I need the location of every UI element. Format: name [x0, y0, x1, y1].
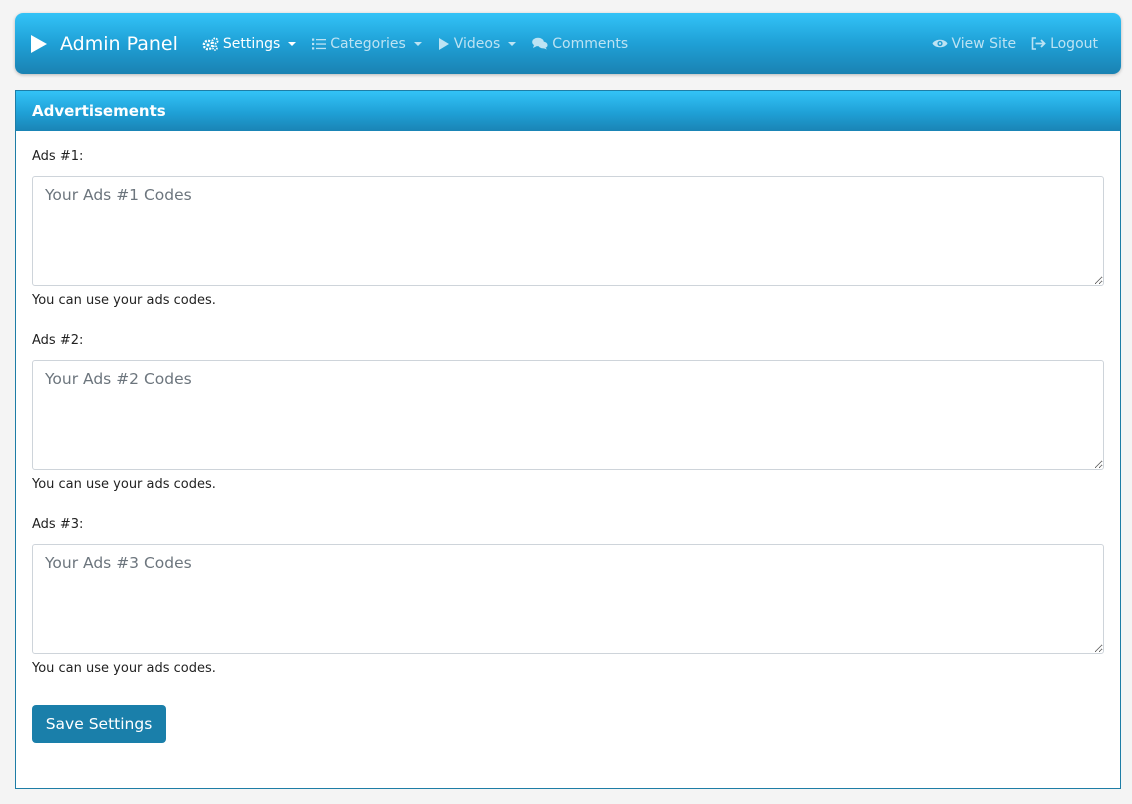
ads-1-group: Ads #1: You can use your ads codes.	[32, 149, 1104, 309]
logout-icon	[1031, 37, 1046, 50]
ads-1-help: You can use your ads codes.	[32, 293, 216, 308]
brand-title: Admin Panel	[60, 32, 178, 55]
top-navbar: Admin Panel Settings Categories Videos C…	[15, 13, 1121, 74]
right-nav: View Site Logout	[932, 36, 1114, 52]
nav-label-categories: Categories	[330, 35, 406, 52]
save-settings-button[interactable]: Save Settings	[32, 705, 166, 743]
panel-body: Ads #1: You can use your ads codes. Ads …	[16, 131, 1120, 743]
panel-title: Advertisements	[16, 91, 1120, 131]
ads-3-label: Ads #3:	[32, 517, 84, 532]
gears-icon	[202, 37, 219, 51]
nav-label-comments: Comments	[552, 35, 629, 52]
ads-1-label: Ads #1:	[32, 149, 84, 164]
nav-item-logout[interactable]: Logout	[1031, 36, 1098, 52]
nav-item-videos[interactable]: Videos	[438, 36, 517, 52]
chevron-down-icon	[288, 41, 297, 46]
ads-2-group: Ads #2: You can use your ads codes.	[32, 333, 1104, 493]
nav-label-logout: Logout	[1050, 35, 1098, 52]
brand[interactable]: Admin Panel	[30, 33, 178, 55]
eye-icon	[932, 39, 947, 48]
play-icon	[438, 37, 449, 50]
nav-label-settings: Settings	[222, 35, 281, 52]
chevron-down-icon	[508, 41, 517, 46]
ads-1-textarea[interactable]	[32, 176, 1104, 286]
list-icon	[312, 38, 327, 49]
play-icon	[31, 34, 47, 53]
ads-3-help: You can use your ads codes.	[32, 661, 216, 676]
chevron-down-icon	[413, 41, 422, 46]
nav-label-videos: Videos	[453, 35, 501, 52]
ads-2-help: You can use your ads codes.	[32, 477, 216, 492]
main-nav: Settings Categories Videos Comments	[202, 36, 644, 52]
ads-2-textarea[interactable]	[32, 360, 1104, 470]
nav-item-categories[interactable]: Categories	[312, 35, 422, 52]
nav-label-view-site: View Site	[951, 35, 1017, 52]
nav-item-view-site[interactable]: View Site	[932, 35, 1017, 52]
comments-icon	[532, 37, 548, 50]
nav-item-comments[interactable]: Comments	[532, 36, 628, 52]
ads-3-textarea[interactable]	[32, 544, 1104, 654]
nav-item-settings[interactable]: Settings	[202, 35, 297, 52]
ads-2-label: Ads #2:	[32, 333, 84, 348]
advertisements-panel: Advertisements Ads #1: You can use your …	[15, 90, 1121, 789]
ads-3-group: Ads #3: You can use your ads codes.	[32, 517, 1104, 677]
